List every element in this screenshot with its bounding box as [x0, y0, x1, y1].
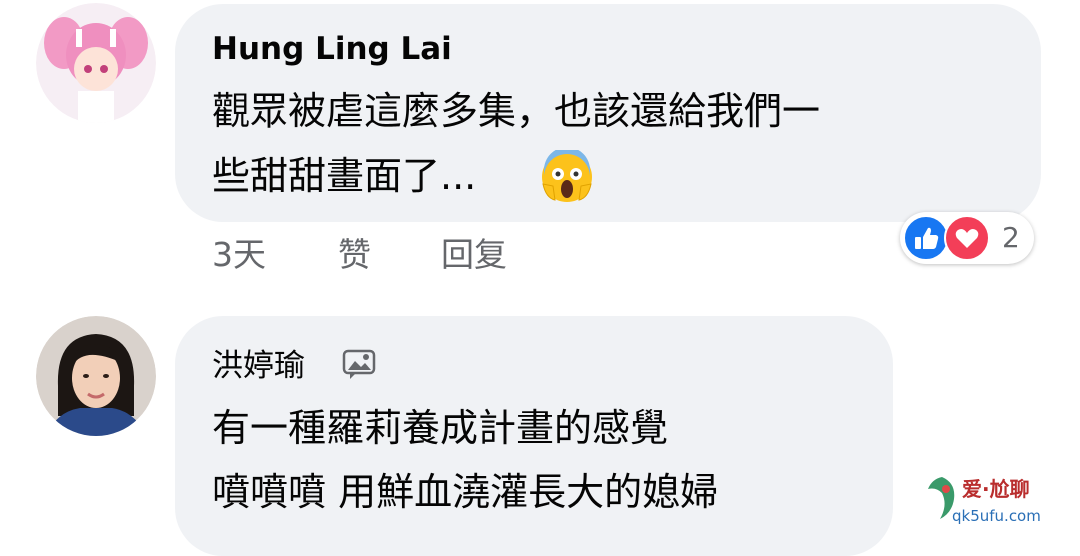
- reply-link[interactable]: 回复: [441, 235, 507, 275]
- comment-text-line: 些甜甜畫面了...: [212, 154, 477, 198]
- comment-text-line: 有一種羅莉養成計畫的感覺: [212, 406, 669, 450]
- comment-author[interactable]: Hung Ling Lai: [212, 29, 452, 69]
- watermark: 爱·尬聊 qk5ufu.com: [922, 467, 1074, 529]
- comment-text-line: 觀眾被虐這麼多集，也該還給我們一: [212, 89, 821, 133]
- watermark-url: qk5ufu.com: [952, 507, 1041, 525]
- comment-text-line: 噴噴噴 用鮮血澆灌長大的媳婦: [212, 470, 719, 514]
- avatar-hung-ling-lai[interactable]: [36, 3, 156, 123]
- avatar-hong-ting-yu[interactable]: [36, 316, 156, 436]
- comment-timestamp[interactable]: 3天: [212, 235, 266, 275]
- screaming-face-emoji-icon: [540, 147, 594, 204]
- reaction-count: 2: [1002, 221, 1020, 254]
- love-reaction-icon: [944, 215, 990, 261]
- like-reaction-icon: [903, 215, 949, 261]
- reaction-summary[interactable]: 2: [900, 212, 1034, 264]
- comment-author[interactable]: 洪婷瑜: [212, 346, 305, 386]
- comment-actions: 3天 赞 回复: [212, 235, 612, 275]
- image-badge-icon: [342, 348, 378, 380]
- watermark-brand: 爱·尬聊: [962, 477, 1030, 501]
- like-link[interactable]: 赞: [338, 235, 371, 275]
